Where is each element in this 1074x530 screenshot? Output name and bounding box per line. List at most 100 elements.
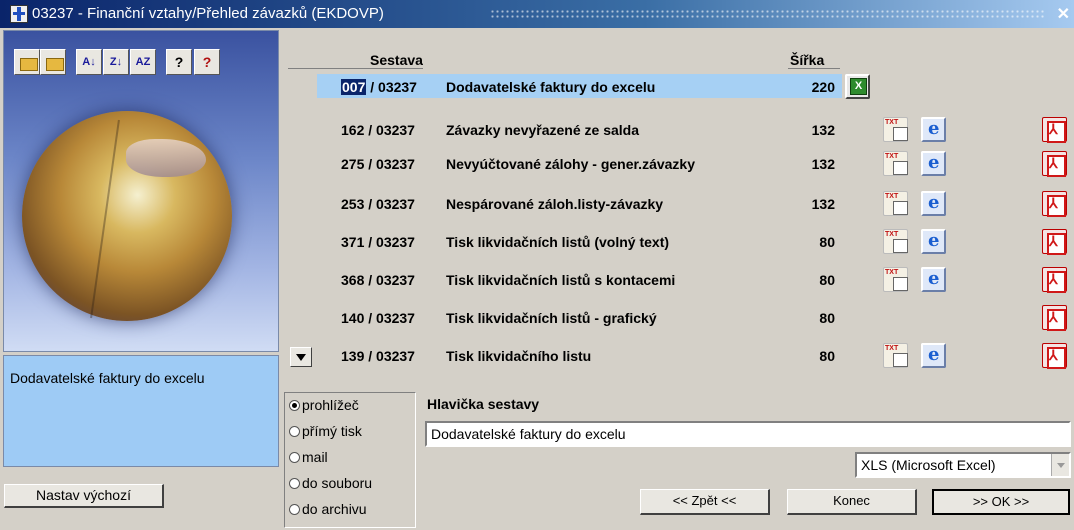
pdf-icon[interactable] (1042, 117, 1067, 143)
report-code: 275 / 03237 (341, 156, 415, 172)
txt-export-icon[interactable] (883, 229, 908, 254)
close-icon[interactable]: ✕ (1057, 4, 1070, 24)
sort-descending-icon[interactable]: Z↓ (103, 49, 129, 75)
radio-dot[interactable] (289, 478, 300, 489)
txt-export-icon[interactable] (883, 117, 908, 142)
report-description-text: Dodavatelské faktury do excelu (10, 370, 205, 386)
report-number: 371 (341, 234, 365, 250)
radio-dot[interactable] (289, 400, 300, 411)
title-bar: 03237 - Finanční vztahy/Přehled závazků … (0, 0, 1074, 28)
format-select[interactable]: XLS (Microsoft Excel) (855, 452, 1071, 478)
browser-icon[interactable] (921, 229, 946, 254)
title-bar-pattern (490, 9, 1044, 19)
report-width: 220 (811, 79, 835, 95)
txt-export-icon[interactable] (883, 191, 908, 216)
report-code: 162 / 03237 (341, 122, 415, 138)
browser-icon[interactable] (921, 267, 946, 292)
header-divider (788, 68, 840, 69)
pdf-icon[interactable] (1042, 267, 1067, 293)
sort-ascending-icon[interactable]: A↓ (76, 49, 102, 75)
radio-mail[interactable]: mail (289, 449, 328, 465)
list-item[interactable]: 253 / 03237 Nespárované záloh.listy-závaz… (315, 191, 1074, 217)
globe-illustration-hand (126, 139, 206, 177)
context-help-icon[interactable]: ? (194, 49, 220, 75)
window-title: 03237 - Finanční vztahy/Přehled závazků … (32, 5, 384, 22)
txt-export-icon[interactable] (883, 267, 908, 292)
radio-prohlizec[interactable]: prohlížeč (289, 397, 359, 413)
list-item[interactable]: 162 / 03237 Závazky nevyřazené ze salda 13… (315, 117, 1074, 143)
globe-illustration (22, 111, 232, 321)
report-suffix: / 03237 (364, 272, 415, 288)
browser-icon[interactable] (921, 117, 946, 142)
radio-label: prohlížeč (302, 397, 359, 413)
report-width: 80 (819, 310, 835, 326)
report-number: 139 (341, 348, 365, 364)
column-header-sirka: Šířka (790, 52, 825, 68)
pdf-icon[interactable] (1042, 343, 1067, 369)
pdf-icon[interactable] (1042, 229, 1067, 255)
report-code: 140 / 03237 (341, 310, 415, 326)
txt-export-icon[interactable] (883, 151, 908, 176)
report-width: 80 (819, 348, 835, 364)
report-code: 253 / 03237 (341, 196, 415, 212)
report-name: Závazky nevyřazené ze salda (446, 122, 640, 138)
report-name: Tisk likvidačních listů s kontacemi (446, 272, 676, 288)
list-item[interactable]: 139 / 03237 Tisk likvidačního listu 80 (315, 343, 1074, 369)
open-folder-icon[interactable] (14, 49, 40, 75)
list-item[interactable]: 371 / 03237 Tisk likvidačních listů (voln… (315, 229, 1074, 255)
ok-button[interactable]: >> OK >> (932, 489, 1070, 515)
set-default-button[interactable]: Nastav výchozí (4, 484, 164, 508)
back-button[interactable]: << Zpět << (640, 489, 770, 515)
report-width: 132 (811, 156, 835, 172)
excel-icon[interactable] (845, 74, 870, 99)
radio-do-archivu[interactable]: do archivu (289, 501, 367, 517)
report-suffix: / 03237 (366, 79, 417, 95)
app-icon (10, 5, 28, 23)
report-name: Tisk likvidačního listu (446, 348, 592, 364)
report-header-input[interactable]: Dodavatelské faktury do excelu (425, 421, 1071, 447)
radio-label: do souboru (302, 475, 373, 491)
report-suffix: / 03237 (364, 348, 415, 364)
report-description: Dodavatelské faktury do excelu (3, 355, 279, 467)
report-name: Dodavatelské faktury do excelu (446, 79, 656, 95)
sort-custom-icon[interactable]: AZ (130, 49, 156, 75)
report-code: 139 / 03237 (341, 348, 415, 364)
report-number: 007 (341, 79, 367, 95)
radio-dot[interactable] (289, 426, 300, 437)
radio-dot[interactable] (289, 504, 300, 515)
report-number: 368 (341, 272, 365, 288)
browser-icon[interactable] (921, 343, 946, 368)
pdf-icon[interactable] (1042, 191, 1067, 217)
open-folder-alt-icon[interactable] (40, 49, 66, 75)
report-code: 368 / 03237 (341, 272, 415, 288)
radio-do-souboru[interactable]: do souboru (289, 475, 372, 491)
txt-export-icon[interactable] (883, 343, 908, 368)
report-suffix: / 03237 (364, 196, 415, 212)
report-code: 371 / 03237 (341, 234, 415, 250)
browser-icon[interactable] (921, 151, 946, 176)
radio-label: přímý tisk (302, 423, 362, 439)
list-item[interactable]: 140 / 03237 Tisk likvidačních listů - gra… (315, 305, 1074, 331)
left-panel: A↓ Z↓ AZ ? ? (3, 30, 279, 352)
report-name: Tisk likvidačních listů (volný text) (446, 234, 670, 250)
help-icon[interactable]: ? (166, 49, 192, 75)
pdf-icon[interactable] (1042, 151, 1067, 177)
list-item[interactable]: 368 / 03237 Tisk likvidačních listů s kon… (315, 267, 1074, 293)
radio-primy-tisk[interactable]: přímý tisk (289, 423, 362, 439)
column-header-sestava: Sestava (370, 52, 423, 68)
report-suffix: / 03237 (364, 310, 415, 326)
output-options: prohlížeč přímý tisk mail do souboru do … (284, 392, 416, 528)
radio-dot[interactable] (289, 452, 300, 463)
scroll-down-icon[interactable] (290, 347, 312, 367)
report-name: Nespárované záloh.listy-závazky (446, 196, 664, 212)
list-item[interactable]: 275 / 03237 Nevyúčtované zálohy - gener.z… (315, 151, 1074, 177)
format-select-value: XLS (Microsoft Excel) (861, 457, 996, 473)
report-width: 80 (819, 272, 835, 288)
radio-label: do archivu (302, 501, 367, 517)
end-button[interactable]: Konec (787, 489, 917, 515)
list-item[interactable]: 007 / 03237 Dodavatelské faktury do excel… (315, 74, 1074, 100)
chevron-down-icon[interactable] (1051, 454, 1069, 476)
pdf-icon[interactable] (1042, 305, 1067, 331)
browser-icon[interactable] (921, 191, 946, 216)
report-suffix: / 03237 (364, 122, 415, 138)
